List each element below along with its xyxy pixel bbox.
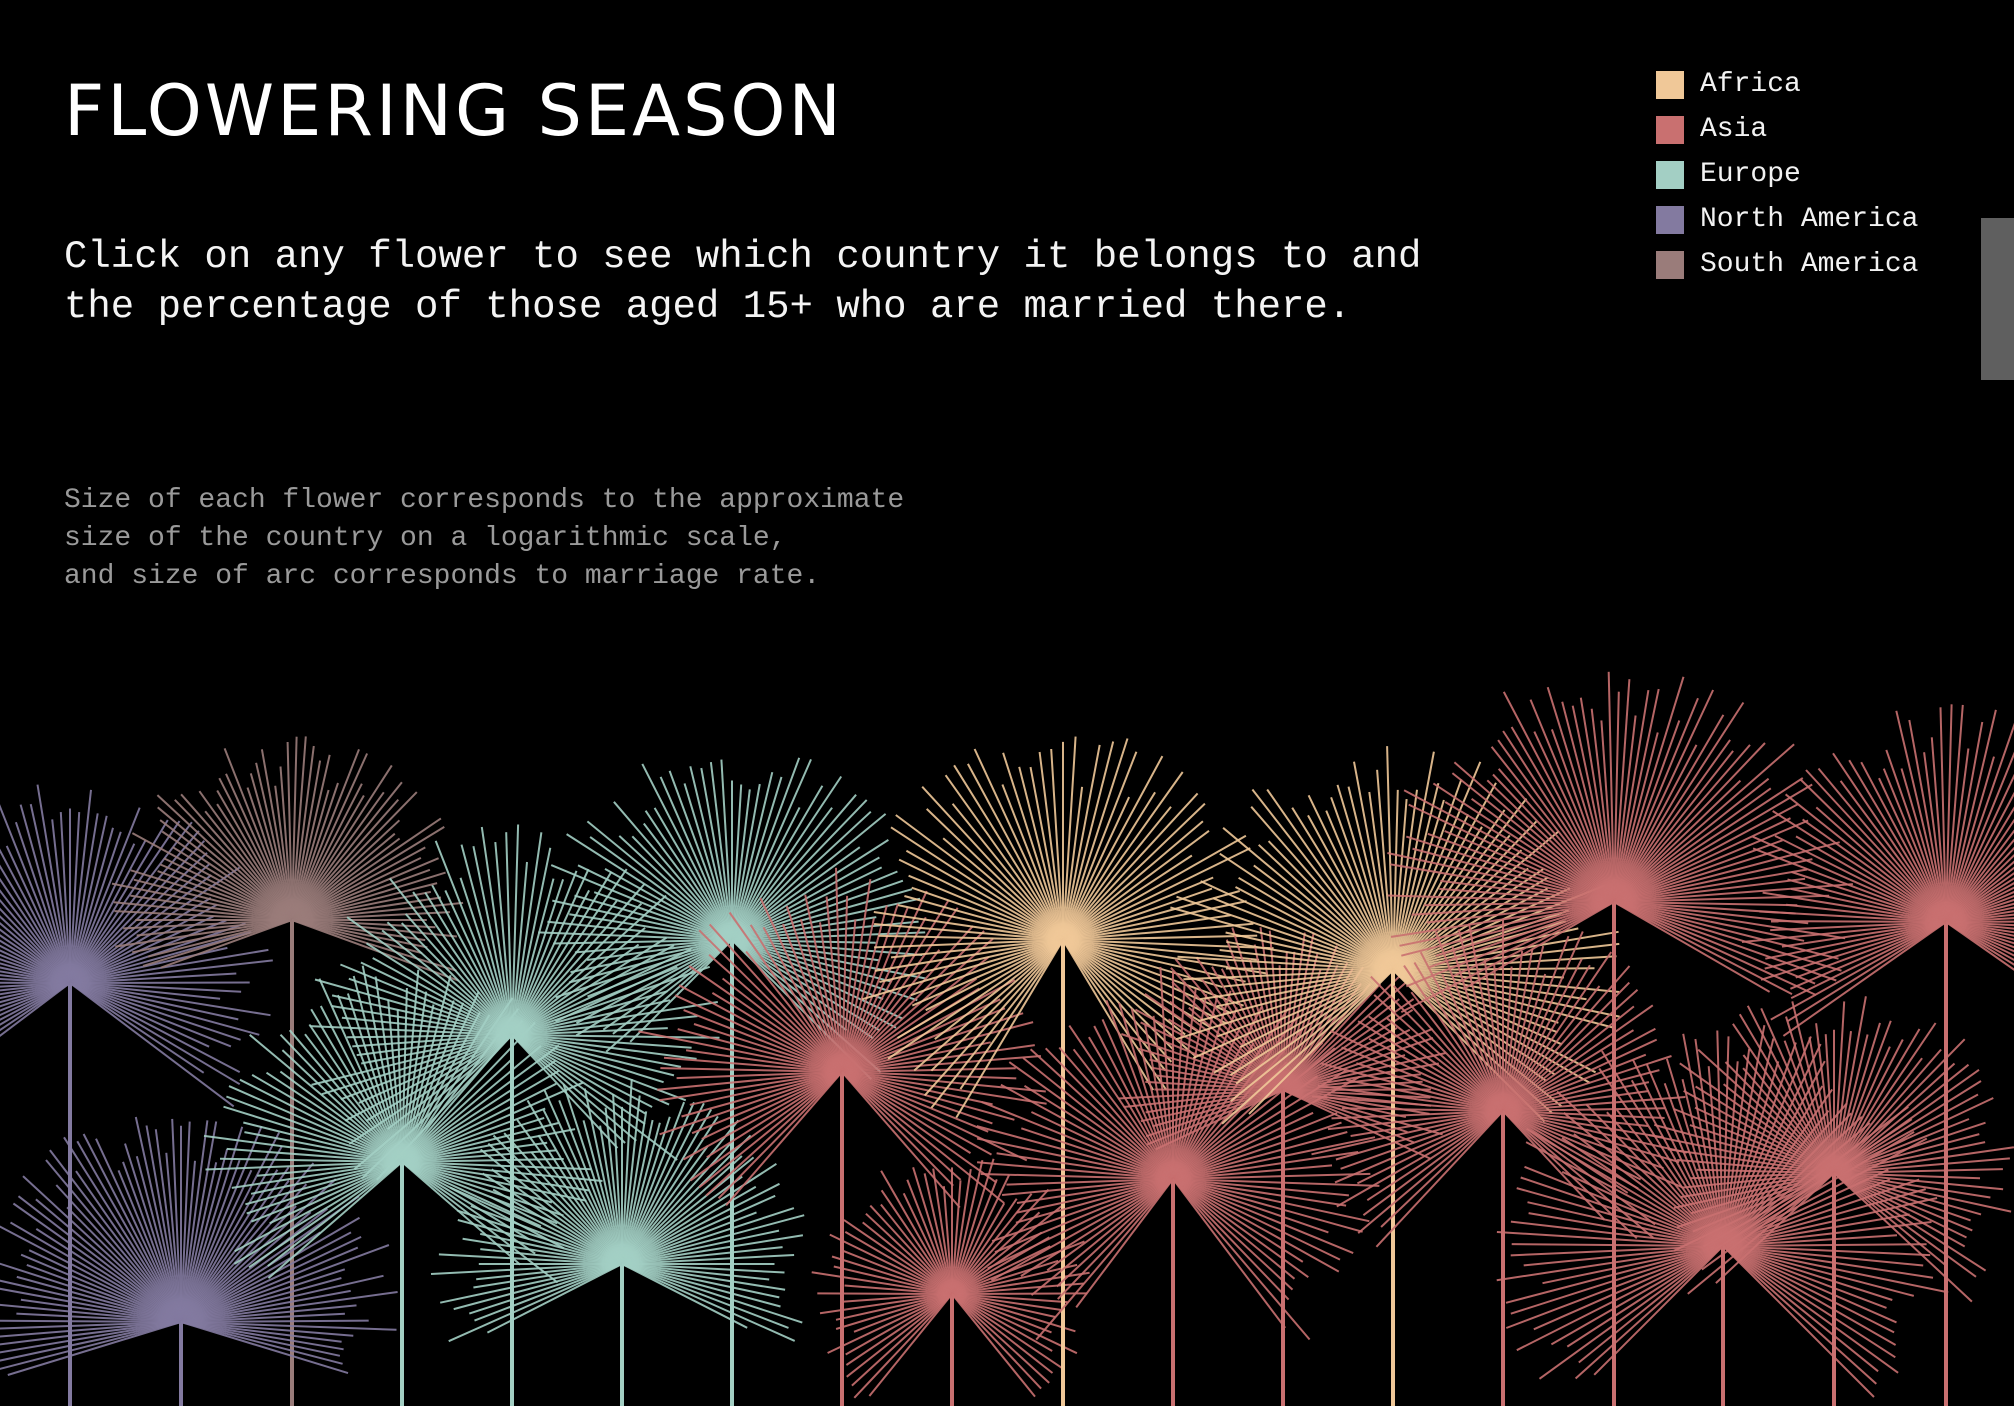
flower-ray (434, 840, 513, 1036)
flower-7[interactable] (430, 1078, 805, 1406)
flower-ray (180, 1319, 369, 1323)
flower-ray (731, 839, 889, 941)
flower-ray (1833, 1080, 1982, 1174)
flower-ray (566, 833, 733, 941)
flower-ray (587, 939, 733, 998)
flower-ray (1023, 1084, 1174, 1180)
flower-ray (1000, 1083, 1174, 1180)
flower-ray (951, 1293, 1050, 1384)
flower-ray (180, 1321, 349, 1375)
flower-ray (1833, 1172, 1987, 1272)
flower-ray (717, 1071, 843, 1199)
flower-ray (951, 1292, 1088, 1295)
flower-ray (629, 939, 733, 1043)
flower-ray (1613, 901, 1817, 996)
flower-ray (1722, 1245, 1879, 1373)
flower-ray (1057, 1178, 1174, 1300)
flower-ray (951, 1293, 1053, 1352)
flower-ray (817, 1292, 953, 1295)
flower-chart (0, 671, 2014, 1406)
flower-ray (1282, 1088, 1431, 1091)
flower-ray (706, 1071, 843, 1159)
flower-ray (511, 870, 578, 1036)
flower-ray (851, 1293, 953, 1387)
flower-ray (69, 981, 250, 984)
flower-ray (1375, 1110, 1504, 1248)
flower-ray (845, 1293, 953, 1356)
flower-ray (1578, 1245, 1724, 1364)
flower-ray (439, 1263, 623, 1304)
flower-ray (1722, 1245, 1875, 1398)
flower-ray (7, 1321, 182, 1376)
flower-ray (691, 1071, 843, 1135)
flower-ray (1613, 901, 1771, 993)
flower-ray (1172, 1178, 1290, 1301)
flower-ray (841, 1071, 954, 1187)
